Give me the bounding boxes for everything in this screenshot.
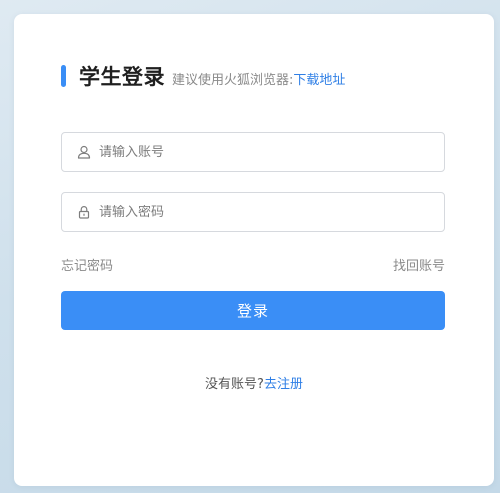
login-header: 学生登录 建议使用火狐浏览器: 下载地址	[61, 61, 345, 91]
password-field[interactable]	[61, 192, 445, 232]
user-icon	[76, 144, 92, 160]
lock-icon	[76, 204, 92, 220]
download-link[interactable]: 下载地址	[293, 69, 345, 88]
title-accent-bar	[61, 65, 66, 87]
register-link[interactable]: 去注册	[264, 377, 303, 392]
login-card: 学生登录 建议使用火狐浏览器: 下载地址 忘记密码 找回账号 登录 没有账号?去…	[14, 14, 494, 486]
register-question: 没有账号?	[205, 377, 264, 392]
browser-hint: 建议使用火狐浏览器:	[172, 72, 294, 88]
page-title: 学生登录	[79, 65, 165, 89]
retrieve-account-link[interactable]: 找回账号	[393, 255, 445, 274]
username-input[interactable]	[99, 144, 419, 160]
username-field[interactable]	[61, 132, 445, 172]
forgot-password-link[interactable]: 忘记密码	[61, 255, 113, 274]
password-input[interactable]	[99, 204, 419, 220]
register-prompt: 没有账号?去注册	[14, 373, 494, 392]
login-button[interactable]: 登录	[61, 291, 445, 330]
